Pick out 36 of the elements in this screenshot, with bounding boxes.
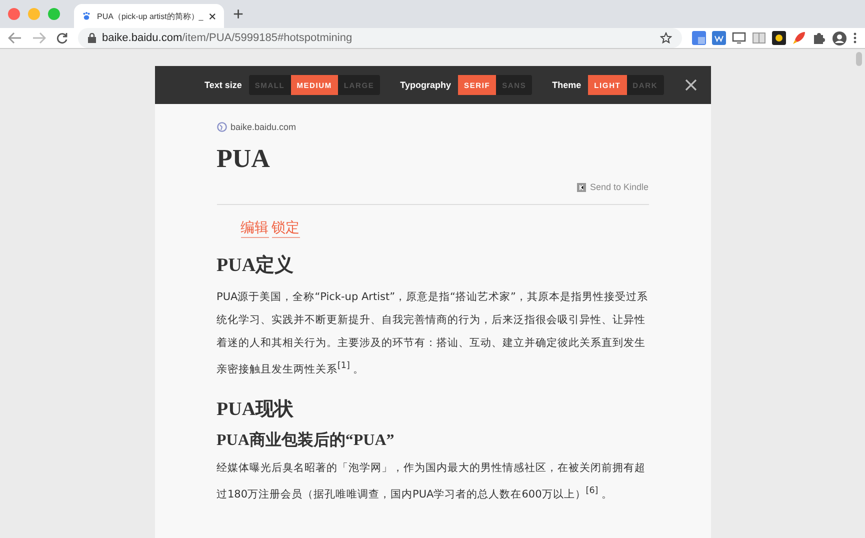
subsection-heading: PUA商业包装后的“PUA” [216, 430, 396, 450]
edit-link[interactable]: 编辑 [240, 219, 268, 238]
paragraph: 经媒体曝光后臭名昭著的「泡学网」，作为国内最大的男性情感社区，在被关闭前拥有超过180万注册会员（据孔唯唯调查，国内PUA学习者的总人数在600万以上）$^{[6]}$ 。 [216, 460, 646, 502]
maximize-window-dot[interactable] [48, 8, 60, 20]
menu-icon[interactable] [853, 32, 857, 44]
site-name: baike.baidu.com [230, 122, 296, 132]
setting-label: Theme [552, 80, 582, 90]
browser-tab[interactable]: PUA（pick-up artist的简称）_ [74, 4, 224, 28]
send-to-kindle-link[interactable]: Send to Kindle [216, 182, 648, 192]
close-icon[interactable] [209, 12, 216, 20]
extension-icon[interactable] [772, 31, 786, 45]
profile-icon[interactable] [832, 30, 847, 46]
rocket-icon[interactable] [792, 31, 806, 45]
section-heading: PUA定义 [216, 254, 295, 278]
reader-icon[interactable] [752, 31, 766, 45]
extension-icon[interactable] [712, 31, 726, 45]
star-icon[interactable] [660, 32, 672, 44]
new-tab-button[interactable]: + [233, 4, 244, 25]
setting-label: Text size [204, 80, 242, 90]
paragraph: PUA源于美国，全称“Pick-up Artist”，原意是指“搭讪艺术家”，其原本是指男性接受过系统化学习、实践并不断更新提升、自我完善情商的行为，后来泛指很会吸引异性、让异性着迷的人和其相关行为。主要涉及的环节有：搭讪、互动、建立并确定彼此关系直到发生亲密接触且发生两性关系$^{[1]}$ 。 [216, 290, 648, 378]
reload-icon[interactable] [56, 32, 68, 44]
puzzle-icon[interactable] [812, 31, 826, 45]
back-arrow-icon[interactable] [8, 32, 22, 44]
section-heading: PUA现状 [216, 398, 295, 422]
close-icon[interactable] [684, 79, 696, 91]
minimize-window-dot[interactable] [28, 8, 40, 20]
lock-icon [88, 33, 96, 43]
scrollbar-thumb[interactable] [856, 52, 862, 66]
kindle-icon [576, 182, 586, 192]
monitor-icon[interactable] [732, 31, 746, 45]
setting-label: Typography [400, 80, 452, 90]
close-window-dot[interactable] [8, 8, 20, 20]
article-title: PUA [216, 144, 271, 174]
address-field[interactable]: baike.baidu.com/item/PUA/5999185#hotspotmining [78, 28, 682, 48]
paw-icon [82, 10, 91, 22]
edit-link[interactable]: 锁定 [272, 219, 300, 238]
